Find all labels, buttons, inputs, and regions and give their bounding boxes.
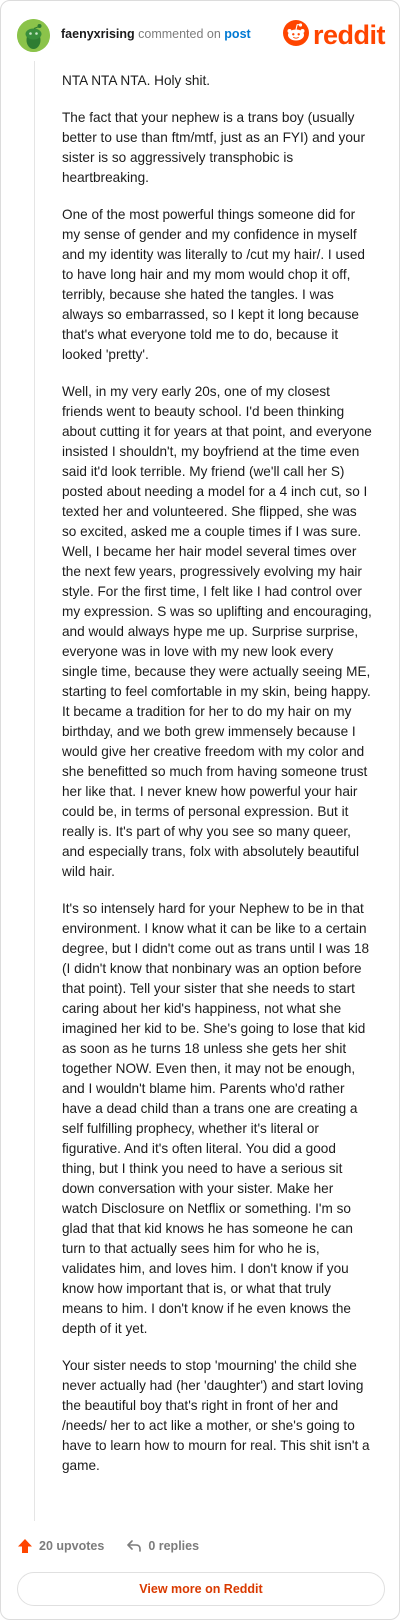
reply-count: 0 replies (148, 1539, 200, 1553)
reddit-snoo-icon (282, 19, 309, 51)
comment-meta: faenyxrising commented on post (61, 27, 251, 41)
comment-body: NTA NTA NTA. Holy shit. The fact that yo… (62, 71, 372, 1493)
thread-line (34, 61, 35, 1521)
comment-embed-card: faenyxrising commented on post reddit NT… (0, 0, 400, 1620)
reddit-wordmark: reddit (312, 20, 386, 50)
upvote-count: 20 upvotes (39, 1539, 105, 1553)
upvote-button[interactable]: 20 upvotes (17, 1538, 104, 1554)
comment-paragraph: Your sister needs to stop 'mourning' the… (62, 1358, 370, 1473)
comment-header: faenyxrising commented on post reddit (17, 17, 386, 53)
comment-paragraph: Well, in my very early 20s, one of my cl… (62, 384, 372, 879)
comment-paragraph: NTA NTA NTA. Holy shit. (62, 73, 211, 88)
replies-button[interactable]: 0 replies (126, 1538, 199, 1554)
reddit-logo[interactable]: reddit (282, 19, 386, 51)
upvote-arrow-icon (18, 1539, 32, 1553)
post-link[interactable]: post (224, 27, 250, 41)
comment-actions: 20 upvotes 0 replies (17, 1534, 199, 1558)
comment-paragraph: It's so intensely hard for your Nephew t… (62, 901, 370, 1336)
username[interactable]: faenyxrising (61, 27, 135, 41)
comment-paragraph: One of the most powerful things someone … (62, 207, 365, 362)
reply-arrow-icon (127, 1540, 142, 1552)
comment-paragraph: The fact that your nephew is a trans boy… (62, 110, 365, 185)
commented-on-label: commented on (138, 27, 221, 41)
view-more-button[interactable]: View more on Reddit (17, 1572, 385, 1606)
snoo-avatar-icon[interactable] (17, 19, 50, 52)
